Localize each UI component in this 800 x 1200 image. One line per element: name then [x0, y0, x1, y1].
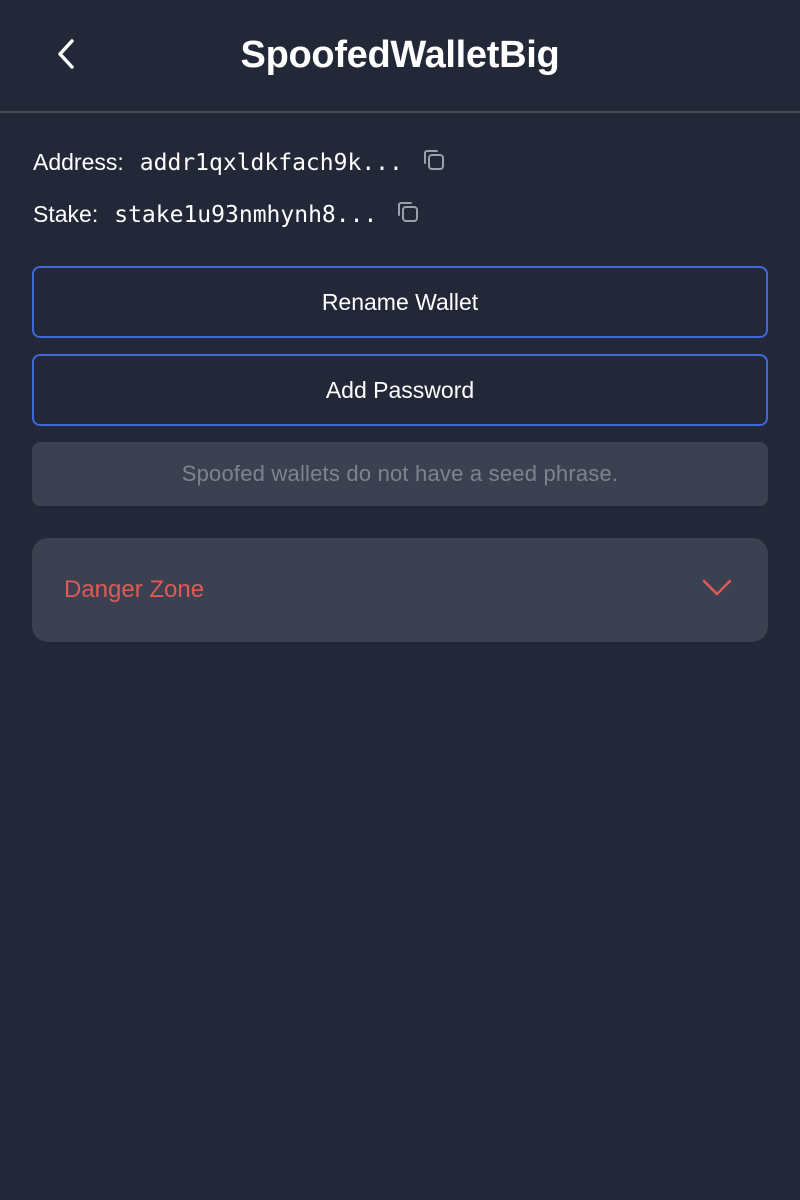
copy-icon	[396, 200, 420, 230]
chevron-down-icon	[702, 578, 732, 603]
stake-value: stake1u93nmhynh8...	[114, 201, 378, 228]
stake-label: Stake:	[33, 201, 99, 227]
danger-zone-toggle[interactable]: Danger Zone	[32, 538, 768, 642]
address-row: Address: addr1qxldkfach9k...	[33, 149, 447, 176]
copy-stake-button[interactable]	[395, 200, 421, 230]
stake-row: Stake: stake1u93nmhynh8...	[33, 201, 421, 228]
address-value: addr1qxldkfach9k...	[139, 149, 403, 176]
seed-phrase-notice: Spoofed wallets do not have a seed phras…	[32, 442, 768, 506]
copy-address-button[interactable]	[421, 148, 447, 178]
danger-zone-label: Danger Zone	[64, 576, 205, 603]
page-title: SpoofedWalletBig	[240, 34, 560, 76]
header-bar: SpoofedWalletBig	[0, 0, 800, 113]
copy-icon	[422, 148, 446, 178]
add-password-button[interactable]: Add Password	[32, 354, 768, 426]
address-label: Address:	[33, 149, 124, 175]
rename-wallet-button[interactable]: Rename Wallet	[32, 266, 768, 338]
